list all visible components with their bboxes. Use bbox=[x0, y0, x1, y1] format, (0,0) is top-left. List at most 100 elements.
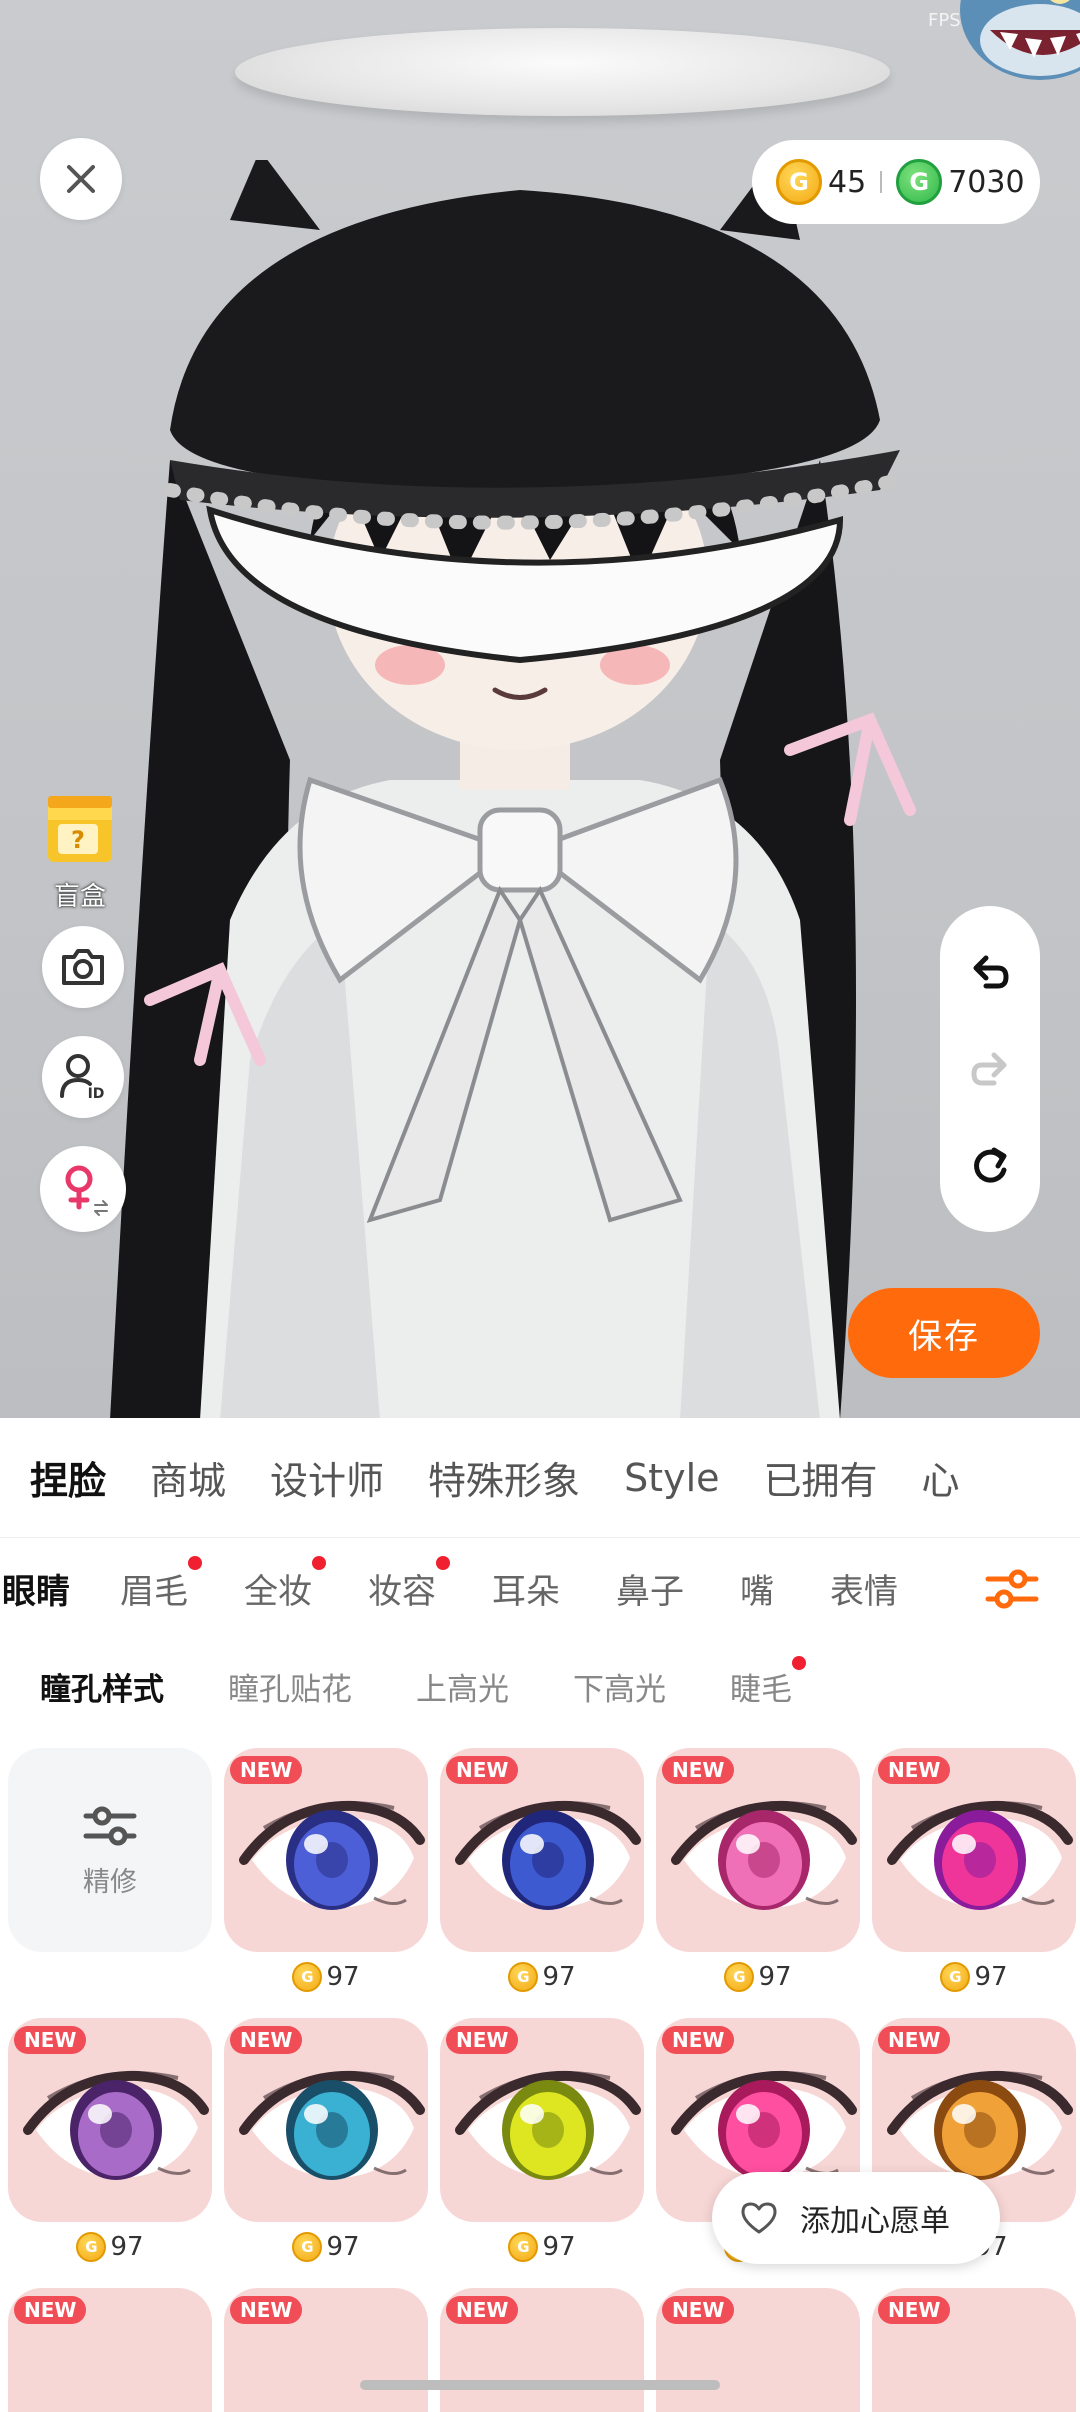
feature-tab-label: 鼻子 bbox=[616, 1571, 684, 1612]
gender-switch-button[interactable] bbox=[40, 1146, 126, 1232]
feature-tab-bar: 眼睛 眉毛 全妆 妆容 耳朵 鼻子 嘴 表情 bbox=[0, 1538, 1080, 1638]
feature-tab-5[interactable]: 鼻子 bbox=[616, 1564, 684, 1613]
feature-tab-label: 耳朵 bbox=[492, 1571, 560, 1612]
refine-label: 精修 bbox=[83, 1866, 137, 1898]
main-tab-bar: 捏脸 商城 设计师 特殊形象 Style 已拥有心 bbox=[0, 1418, 1080, 1538]
eye-style-item[interactable]: NEW bbox=[872, 2288, 1076, 2412]
price-value: 97 bbox=[326, 1962, 360, 1992]
eye-part-tab-3[interactable]: 下高光 bbox=[573, 1664, 666, 1709]
eye-part-tab-label: 上高光 bbox=[416, 1671, 509, 1708]
new-badge: NEW bbox=[662, 1756, 735, 1784]
avatar-character-image bbox=[110, 160, 916, 1418]
item-price: G97 bbox=[224, 1962, 428, 1992]
price-value: 97 bbox=[110, 2232, 144, 2262]
eye-part-tab-label: 瞳孔贴花 bbox=[228, 1671, 352, 1708]
main-tab-1[interactable]: 商城 bbox=[128, 1450, 248, 1505]
eye-style-item[interactable]: NEW bbox=[440, 2018, 644, 2222]
main-tab-6[interactable]: 心 bbox=[900, 1450, 982, 1505]
save-button[interactable]: 保存 bbox=[848, 1288, 1040, 1378]
feature-tab-label: 眼睛 bbox=[2, 1571, 70, 1612]
avatar-id-button[interactable]: ID bbox=[42, 1036, 124, 1118]
coin-icon: G bbox=[508, 1962, 539, 1992]
eye-part-tab-label: 瞳孔样式 bbox=[40, 1671, 164, 1708]
new-badge: NEW bbox=[662, 2296, 735, 2324]
green-amount: 7030 bbox=[948, 164, 1025, 200]
eye-style-item[interactable]: NEW bbox=[8, 2288, 212, 2412]
new-badge: NEW bbox=[14, 2296, 87, 2324]
price-value: 97 bbox=[326, 2232, 360, 2262]
history-controls bbox=[940, 906, 1040, 1232]
new-badge: NEW bbox=[446, 1756, 519, 1784]
fps-label: FPS bbox=[928, 10, 961, 31]
feature-tab-3[interactable]: 妆容 bbox=[368, 1555, 450, 1613]
eye-style-item[interactable]: NEW bbox=[8, 2018, 212, 2222]
feature-tab-label: 表情 bbox=[830, 1571, 898, 1612]
new-badge: NEW bbox=[14, 2026, 87, 2054]
feature-tab-2[interactable]: 全妆 bbox=[244, 1555, 326, 1613]
blindbox-symbol: ? bbox=[71, 826, 85, 854]
refine-sliders-icon bbox=[83, 1806, 137, 1845]
reset-icon[interactable] bbox=[968, 1144, 1012, 1188]
price-value: 97 bbox=[542, 2232, 576, 2262]
eye-part-tab-2[interactable]: 上高光 bbox=[416, 1664, 509, 1709]
blindbox-icon: ? bbox=[48, 796, 112, 862]
main-tab-0[interactable]: 捏脸 bbox=[0, 1450, 128, 1505]
coin-icon: G bbox=[292, 2232, 323, 2262]
eye-part-tab-label: 下高光 bbox=[573, 1671, 666, 1708]
home-indicator[interactable] bbox=[360, 2380, 720, 2390]
feature-tab-6[interactable]: 嘴 bbox=[740, 1564, 774, 1613]
main-tab-3[interactable]: 特殊形象 bbox=[406, 1450, 602, 1505]
notification-dot bbox=[188, 1555, 202, 1570]
blindbox-button[interactable]: ? 盲盒 bbox=[40, 790, 120, 913]
eye-style-item[interactable]: NEW bbox=[224, 2288, 428, 2412]
blindbox-label: 盲盒 bbox=[53, 882, 106, 912]
camera-icon bbox=[62, 949, 104, 985]
close-button[interactable] bbox=[40, 138, 122, 220]
coin-icon: G bbox=[76, 2232, 107, 2262]
divider bbox=[880, 171, 883, 193]
eye-style-item[interactable]: NEW bbox=[656, 1748, 860, 1952]
close-icon bbox=[67, 165, 95, 193]
eye-part-tab-4[interactable]: 睫毛 bbox=[730, 1655, 806, 1709]
feature-tab-label: 嘴 bbox=[740, 1571, 774, 1612]
female-gender-icon bbox=[65, 1165, 108, 1216]
feature-tab-4[interactable]: 耳朵 bbox=[492, 1564, 560, 1613]
currency-pill[interactable]: G 45 G 7030 bbox=[752, 140, 1040, 224]
feature-tab-1[interactable]: 眉毛 bbox=[120, 1555, 202, 1613]
refine-button[interactable]: 精修 bbox=[8, 1748, 212, 1952]
main-tab-5[interactable]: 已拥有 bbox=[742, 1450, 900, 1505]
user-id-icon: ID bbox=[60, 1054, 105, 1102]
camera-button[interactable] bbox=[42, 926, 124, 1008]
feature-tab-label: 眉毛 bbox=[120, 1571, 188, 1612]
undo-icon[interactable] bbox=[968, 950, 1012, 994]
eye-part-tab-0[interactable]: 瞳孔样式 bbox=[40, 1664, 164, 1709]
eye-style-item[interactable]: NEW bbox=[440, 1748, 644, 1952]
main-tab-4[interactable]: Style bbox=[602, 1456, 741, 1500]
eye-style-item[interactable]: NEW bbox=[656, 2288, 860, 2412]
item-price: G97 bbox=[440, 2232, 644, 2262]
notification-dot bbox=[312, 1555, 326, 1570]
gold-amount: 45 bbox=[828, 164, 867, 200]
svg-text:ID: ID bbox=[88, 1086, 105, 1102]
new-badge: NEW bbox=[230, 2296, 303, 2324]
heart-icon bbox=[741, 2202, 777, 2234]
main-tab-2[interactable]: 设计师 bbox=[248, 1450, 406, 1505]
eye-style-item[interactable]: NEW bbox=[224, 1748, 428, 1952]
feature-tab-7[interactable]: 表情 bbox=[830, 1564, 898, 1613]
eye-style-item[interactable]: NEW bbox=[872, 1748, 1076, 1952]
coin-icon: G bbox=[508, 2232, 539, 2262]
filter-sliders-icon[interactable] bbox=[984, 1565, 1040, 1613]
coin-icon: G bbox=[724, 1962, 755, 1992]
new-badge: NEW bbox=[878, 1756, 951, 1784]
eye-style-item[interactable]: NEW bbox=[440, 2288, 644, 2412]
redo-icon[interactable] bbox=[968, 1047, 1012, 1091]
eye-part-tab-1[interactable]: 瞳孔贴花 bbox=[228, 1664, 352, 1709]
green-coin-icon: G bbox=[896, 159, 943, 205]
avatar-preview[interactable]: FPS G 45 G 7030 ? 盲盒 ID 保存 bbox=[0, 0, 1080, 1418]
feature-tab-0[interactable]: 眼睛 bbox=[2, 1564, 70, 1613]
feature-tab-label: 妆容 bbox=[368, 1571, 436, 1612]
gold-coin-icon: G bbox=[776, 159, 822, 205]
eye-style-item[interactable]: NEW bbox=[224, 2018, 428, 2222]
add-wishlist-button[interactable]: 添加心愿单 bbox=[712, 2172, 1000, 2264]
item-price: G97 bbox=[656, 1962, 860, 1992]
